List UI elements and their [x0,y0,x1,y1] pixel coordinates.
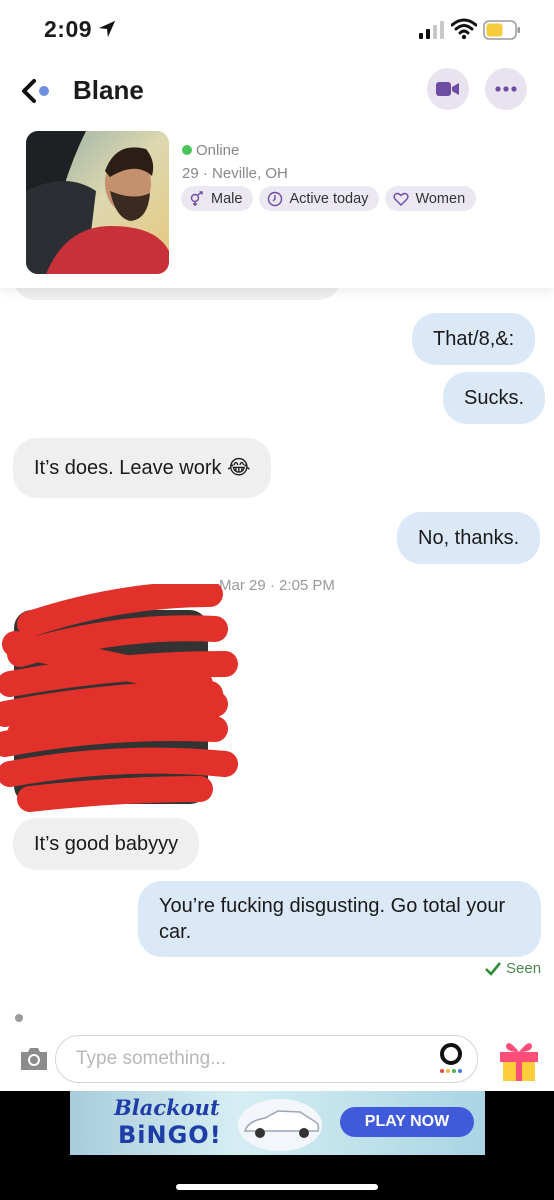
ad-area: Blackout BiNGO! PLAY NOW [0,1091,554,1200]
profile-chips: Male Active today Women [181,186,477,211]
typing-indicator [15,1014,23,1022]
car-icon [238,1099,322,1151]
message-bubble-incoming[interactable]: It’s does. Leave work 😂 [13,438,272,498]
composer: Type something... [0,1030,554,1090]
interest-chip[interactable]: Women [385,186,477,211]
message-list[interactable]: That/8,&: Sucks. It’s does. Leave work 😂… [0,288,554,1028]
ad-banner[interactable]: Blackout BiNGO! PLAY NOW [70,1091,485,1155]
ad-play-now-button[interactable]: PLAY NOW [340,1107,474,1137]
message-bubble-outgoing[interactable]: Sucks. [443,372,546,424]
gender-icon [190,190,203,206]
camera-button[interactable] [19,1044,49,1072]
message-bubble-outgoing[interactable]: You’re fucking disgusting. Go total your… [138,881,541,957]
ad-brand-line2: BiNGO! [118,1121,222,1149]
redaction-scribble [0,584,238,812]
message-bubble-partial [12,288,342,300]
battery-icon [483,20,520,40]
ad-brand-line1: Blackout [114,1095,220,1120]
read-receipt: Seen [485,960,541,977]
input-placeholder: Type something... [76,1048,226,1069]
message-bubble-outgoing[interactable]: No, thanks. [397,512,541,564]
wifi-icon [451,18,477,40]
location-arrow-icon [98,20,116,38]
gift-button[interactable] [498,1036,540,1082]
contact-name[interactable]: Blane [73,75,144,106]
ellipsis-icon [495,86,517,92]
gender-chip[interactable]: Male [181,186,254,211]
online-dot-icon [182,145,192,155]
heart-icon [393,192,410,206]
video-camera-icon [436,82,459,96]
message-input[interactable]: Type something... [55,1035,478,1083]
profile-card: Online 29 · Neville, OH Male Active toda… [0,122,554,288]
home-indicator [176,1184,378,1190]
checkmark-icon [485,961,501,976]
voice-assistant-icon[interactable] [436,1041,466,1075]
message-text: You’re fucking disgusting. Go total your… [159,895,506,943]
age-location: 29 · Neville, OH [182,165,288,182]
back-button[interactable] [18,74,58,108]
chat-header: Blane [0,62,554,122]
activity-chip[interactable]: Active today [259,186,380,211]
message-bubble-incoming[interactable]: It’s good babyyy [13,818,200,870]
cellular-signal-icon [419,21,444,39]
online-status: Online [182,142,239,159]
more-options-button[interactable] [485,68,527,110]
status-time: 2:09 [44,16,93,42]
message-bubble-outgoing[interactable]: That/8,&: [412,313,536,365]
video-call-button[interactable] [427,68,469,110]
profile-photo[interactable] [26,131,169,274]
status-bar: 2:09 [0,0,554,62]
clock-icon [268,191,283,206]
